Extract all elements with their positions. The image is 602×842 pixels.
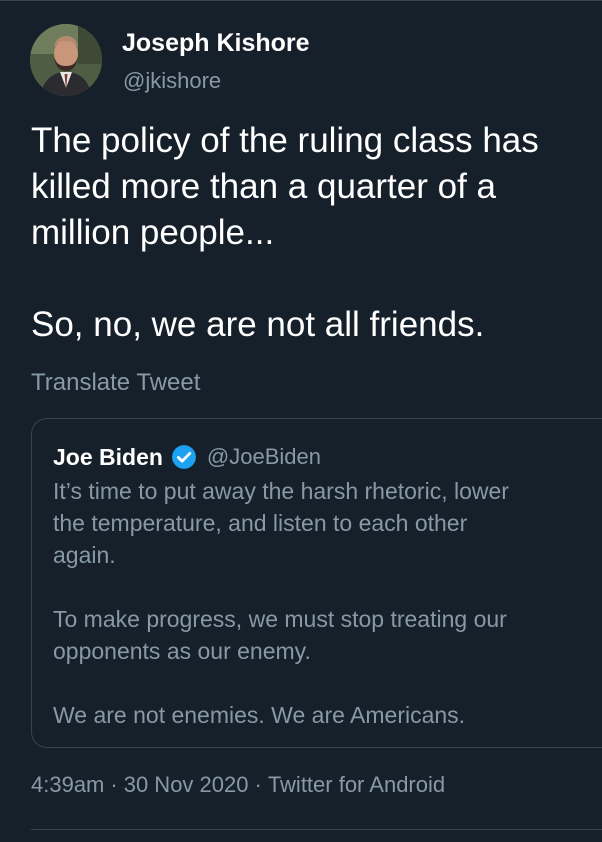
top-divider [0, 0, 602, 1]
tweet-time[interactable]: 4:39am [31, 772, 104, 798]
author-avatar[interactable] [30, 24, 102, 96]
tweet-text-line: The policy of the ruling class has [31, 121, 539, 160]
author-handle[interactable]: @jkishore [123, 68, 221, 94]
translate-tweet-link[interactable]: Translate Tweet [31, 369, 200, 397]
tweet-source[interactable]: Twitter for Android [268, 772, 445, 798]
tweet: Joseph Kishore @jkishore The policy of t… [0, 0, 602, 842]
meta-separator: · [110, 772, 118, 797]
quoted-tweet-header: Joe Biden @JoeBiden [53, 443, 321, 471]
tweet-meta: 4:39am · 30 Nov 2020 · Twitter for Android [31, 772, 445, 798]
avatar-image [30, 24, 102, 96]
tweet-text-line: million people... [31, 213, 275, 252]
quoted-text-line: the temperature, and listen to each othe… [53, 510, 468, 536]
tweet-text-line: So, no, we are not all friends. [31, 305, 485, 344]
tweet-date[interactable]: 30 Nov 2020 [124, 772, 249, 798]
tweet-text: The policy of the ruling class has kille… [31, 118, 591, 348]
quoted-text-line: We are not enemies. We are Americans. [53, 702, 466, 728]
meta-separator: · [254, 772, 262, 797]
author-display-name[interactable]: Joseph Kishore [122, 29, 310, 58]
quoted-text-line: It’s time to put away the harsh rhetoric… [53, 478, 509, 504]
quoted-author-handle: @JoeBiden [206, 444, 321, 469]
quoted-text-line: again. [53, 542, 116, 568]
quoted-author-name: Joe Biden [53, 443, 163, 470]
tweet-text-line: killed more than a quarter of a [31, 167, 496, 206]
verified-badge-icon [171, 444, 197, 470]
bottom-divider [31, 829, 602, 830]
quoted-tweet-text: It’s time to put away the harsh rhetoric… [53, 475, 602, 731]
quoted-text-line: To make progress, we must stop treating … [53, 606, 507, 632]
quoted-text-line: opponents as our enemy. [53, 638, 311, 664]
quoted-tweet-card[interactable]: Joe Biden @JoeBiden It’s time to put awa… [31, 418, 602, 748]
